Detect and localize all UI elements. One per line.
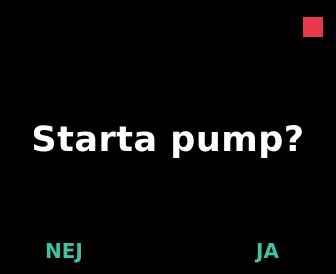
no-button[interactable]: NEJ (45, 238, 83, 264)
status-indicator (303, 17, 323, 37)
device-screen: Starta pump? NEJ JA (0, 0, 336, 274)
prompt-text: Starta pump? (31, 120, 305, 160)
yes-button[interactable]: JA (256, 238, 279, 264)
